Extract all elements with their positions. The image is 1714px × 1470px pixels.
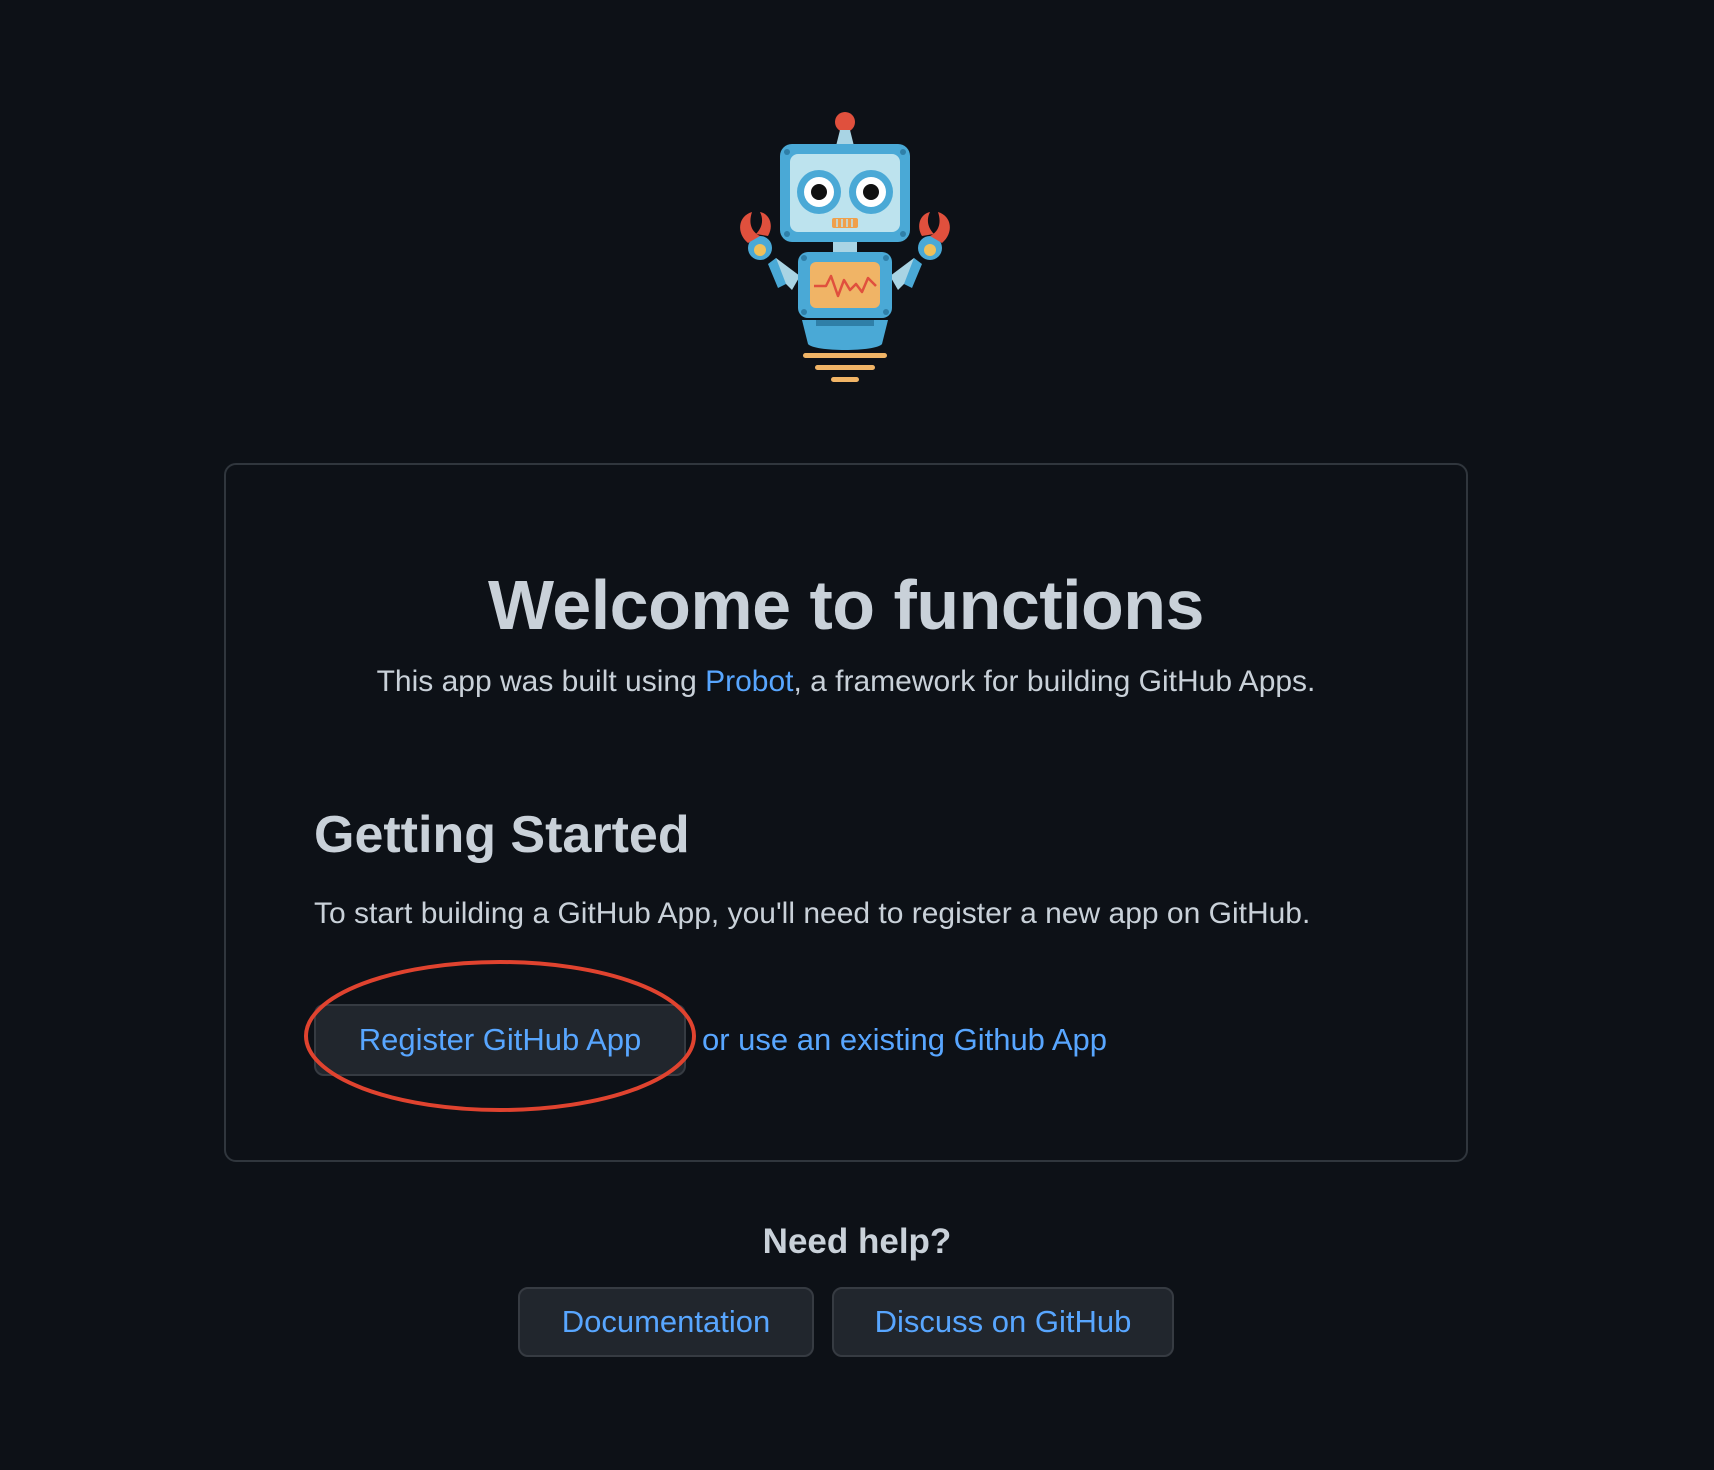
- subtitle-suffix: , a framework for building GitHub Apps.: [793, 665, 1315, 698]
- getting-started-text: To start building a GitHub App, you'll n…: [314, 897, 1310, 931]
- subtitle-prefix: This app was built using: [377, 665, 706, 698]
- register-github-app-button[interactable]: Register GitHub App: [314, 1004, 686, 1076]
- documentation-button[interactable]: Documentation: [518, 1287, 814, 1357]
- welcome-card: Welcome to functions This app was built …: [224, 463, 1468, 1162]
- probot-robot-icon: [730, 108, 960, 382]
- need-help-heading: Need help?: [0, 1222, 1714, 1262]
- welcome-subtitle: This app was built using Probot, a frame…: [226, 665, 1466, 699]
- page-title: Welcome to functions: [226, 565, 1466, 645]
- getting-started-heading: Getting Started: [314, 805, 690, 865]
- probot-link[interactable]: Probot: [705, 665, 793, 698]
- use-existing-app-link[interactable]: or use an existing Github App: [702, 1022, 1107, 1058]
- discuss-on-github-button[interactable]: Discuss on GitHub: [832, 1287, 1174, 1357]
- page: Welcome to functions This app was built …: [0, 0, 1714, 1470]
